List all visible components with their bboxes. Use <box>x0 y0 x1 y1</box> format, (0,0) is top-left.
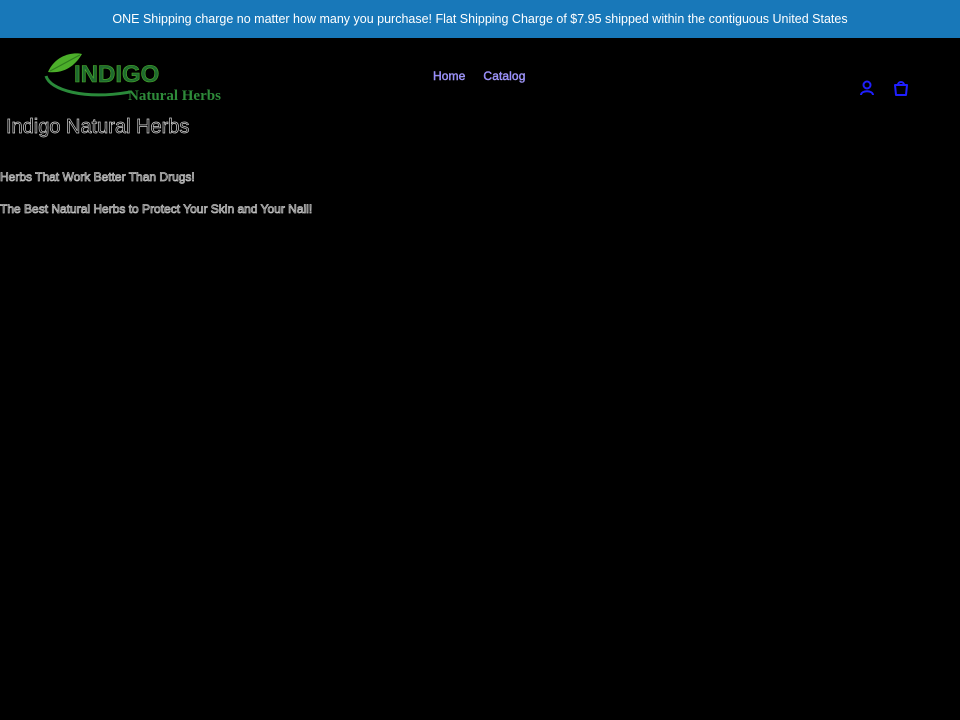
tagline-primary: Herbs That Work Better Than Drugs! <box>0 170 195 185</box>
site-header: INDIGO Natural Herbs Home Catalog <box>0 38 960 110</box>
main-nav: Home Catalog <box>433 69 526 83</box>
nav-catalog[interactable]: Catalog <box>483 69 525 83</box>
logo-word: INDIGO <box>74 61 159 88</box>
account-icon[interactable] <box>858 79 876 97</box>
logo-graphic: INDIGO Natural Herbs <box>44 53 221 104</box>
page-title: Indigo Natural Herbs <box>6 116 190 139</box>
site-logo[interactable]: INDIGO Natural Herbs <box>44 50 230 104</box>
announcement-text: ONE Shipping charge no matter how many y… <box>112 12 848 26</box>
nav-home[interactable]: Home <box>433 69 466 83</box>
announcement-bar: ONE Shipping charge no matter how many y… <box>0 0 960 38</box>
logo-subtitle: Natural Herbs <box>128 88 221 104</box>
cart-icon[interactable] <box>892 79 910 97</box>
tagline-secondary: The Best Natural Herbs to Protect Your S… <box>0 202 313 217</box>
header-icons <box>858 79 910 97</box>
